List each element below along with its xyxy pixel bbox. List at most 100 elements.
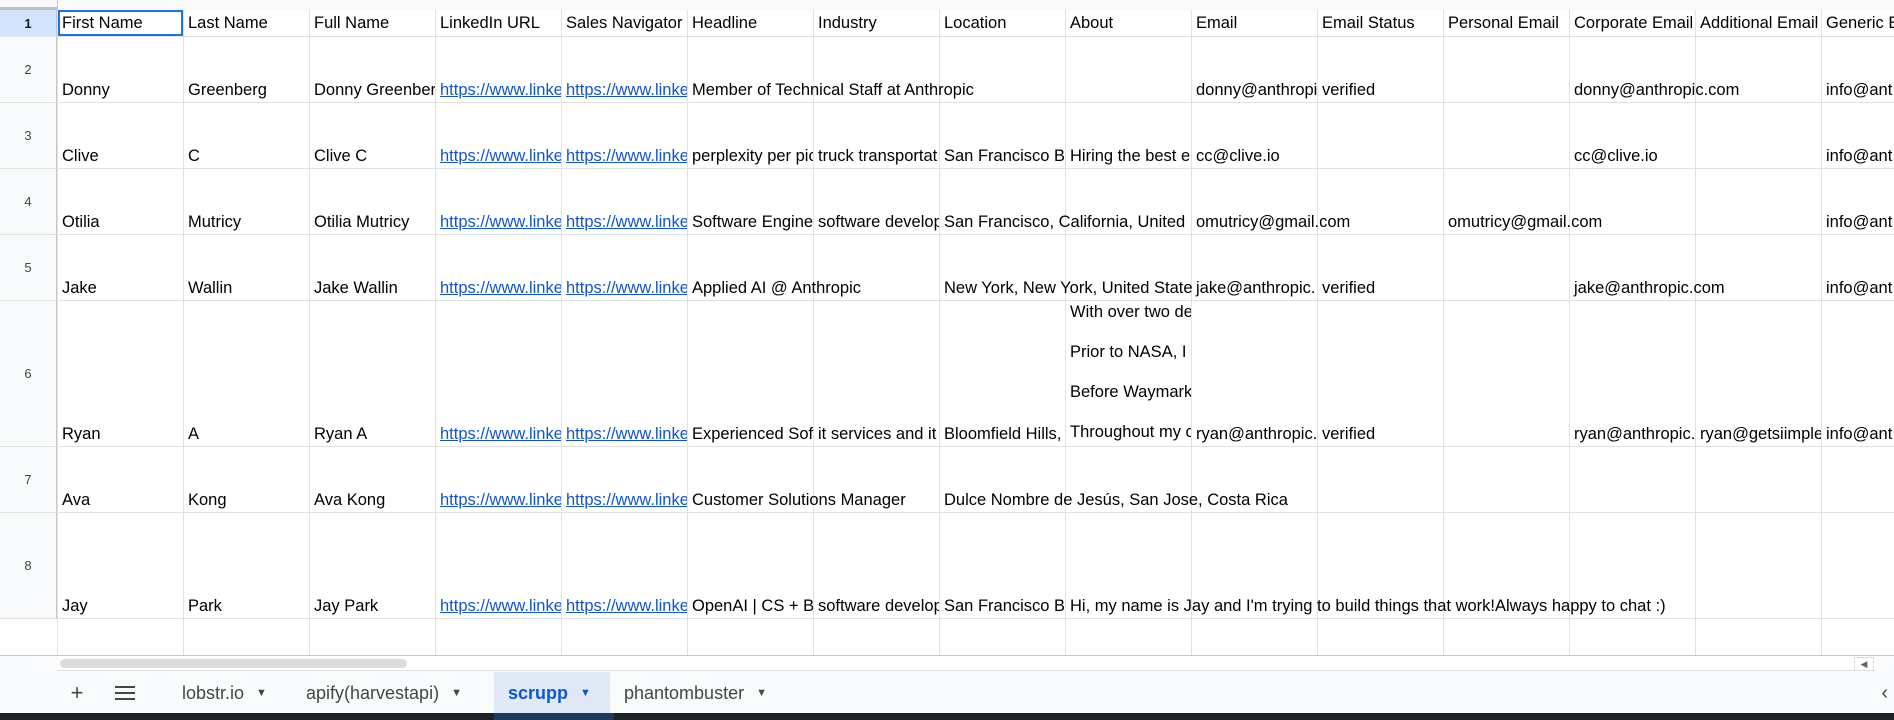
cell-personal-email[interactable]: omutricy@gmail.com bbox=[1444, 169, 1602, 234]
cell-headline[interactable]: Member of Technical Staff at Anthropic bbox=[688, 37, 974, 102]
cell-last[interactable]: Mutricy bbox=[184, 169, 309, 234]
cell-additional-email[interactable]: ryan@getsiimple bbox=[1696, 301, 1821, 446]
sheet-tab-phantombuster[interactable]: phantombuster ▼ bbox=[610, 672, 781, 714]
cell-personal-email[interactable] bbox=[1444, 235, 1569, 300]
row-header[interactable]: 1 bbox=[0, 10, 57, 37]
cell-corporate-email[interactable]: cc@clive.io bbox=[1570, 103, 1695, 168]
cell-first[interactable]: Clive bbox=[58, 103, 183, 168]
cell-about[interactable]: Hi, my name is Jay and I'm trying to bui… bbox=[1066, 513, 1666, 618]
row-header[interactable]: 7 bbox=[0, 447, 57, 513]
header-cell[interactable]: Headline bbox=[688, 10, 813, 36]
header-cell[interactable]: Personal Email bbox=[1444, 10, 1569, 36]
cell-linkedin[interactable]: https://www.linke bbox=[436, 103, 561, 168]
header-cell[interactable]: About bbox=[1066, 10, 1191, 36]
cell-email-status[interactable]: verified bbox=[1318, 235, 1443, 300]
cell-industry[interactable]: truck transportat bbox=[814, 103, 939, 168]
header-cell[interactable]: Email Status bbox=[1318, 10, 1443, 36]
row-header[interactable]: 3 bbox=[0, 103, 57, 169]
cell-salesnav[interactable]: https://www.linke bbox=[562, 447, 687, 512]
cell-personal-email[interactable] bbox=[1444, 301, 1569, 446]
plus-icon[interactable]: + bbox=[56, 672, 98, 714]
cell-location[interactable]: New York, New York, United State bbox=[940, 235, 1193, 300]
cell-generic[interactable]: info@ant bbox=[1822, 169, 1894, 234]
cell-email[interactable]: ryan@anthropic. bbox=[1192, 301, 1317, 446]
cell-about[interactable]: With over two de Prior to NASA, I Before W… bbox=[1066, 301, 1191, 446]
cell-salesnav[interactable]: https://www.linke bbox=[562, 103, 687, 168]
cell-industry[interactable]: it services and it bbox=[814, 301, 939, 446]
cell-additional-email[interactable] bbox=[1696, 169, 1821, 234]
cell-location[interactable]: San Francisco, California, United bbox=[940, 169, 1185, 234]
cell-email[interactable]: donny@anthropi bbox=[1192, 37, 1317, 102]
sheet-tab-apify[interactable]: apify(harvestapi) ▼ bbox=[292, 672, 476, 714]
cell-last[interactable]: Kong bbox=[184, 447, 309, 512]
cell-full[interactable]: Ava Kong bbox=[310, 447, 435, 512]
cell-first[interactable]: Ava bbox=[58, 447, 183, 512]
cell-first[interactable]: Jake bbox=[58, 235, 183, 300]
cell-last[interactable]: C bbox=[184, 103, 309, 168]
cell-location[interactable]: San Francisco B bbox=[940, 513, 1065, 618]
cell-email[interactable]: jake@anthropic. bbox=[1192, 235, 1317, 300]
cell-generic[interactable]: info@ant bbox=[1822, 37, 1894, 102]
cell-salesnav[interactable]: https://www.linke bbox=[562, 37, 687, 102]
cell-additional-email[interactable] bbox=[1696, 103, 1821, 168]
cell-personal-email[interactable] bbox=[1444, 447, 1569, 512]
select-all-corner[interactable] bbox=[0, 0, 58, 10]
cell-personal-email[interactable] bbox=[1444, 103, 1569, 168]
header-cell[interactable]: Last Name bbox=[184, 10, 309, 36]
chevron-down-icon[interactable]: ▼ bbox=[256, 687, 267, 699]
cell-full[interactable]: Ryan A bbox=[310, 301, 435, 446]
cell-location[interactable]: San Francisco B bbox=[940, 103, 1065, 168]
cell-generic[interactable] bbox=[1822, 513, 1894, 618]
cell-location[interactable]: Dulce Nombre de Jesús, San Jose, Costa R… bbox=[940, 447, 1288, 512]
cell-linkedin[interactable]: https://www.linke bbox=[436, 447, 561, 512]
chevron-down-icon[interactable]: ▼ bbox=[756, 687, 767, 699]
cell-last[interactable]: Wallin bbox=[184, 235, 309, 300]
cell-headline[interactable]: OpenAI | CS + B bbox=[688, 513, 813, 618]
cell-first[interactable]: Donny bbox=[58, 37, 183, 102]
cell-corporate-email[interactable]: jake@anthropic.com bbox=[1570, 235, 1725, 300]
header-cell[interactable]: Industry bbox=[814, 10, 939, 36]
header-cell[interactable]: Email bbox=[1192, 10, 1317, 36]
cell-full[interactable]: Otilia Mutricy bbox=[310, 169, 435, 234]
cell-generic[interactable] bbox=[1822, 447, 1894, 512]
header-cell[interactable]: Location bbox=[940, 10, 1065, 36]
header-cell[interactable]: Additional Email bbox=[1696, 10, 1821, 36]
scroll-left-arrow-icon[interactable]: ◀ bbox=[1854, 657, 1874, 671]
cell-headline[interactable]: Applied AI @ Anthropic bbox=[688, 235, 861, 300]
horizontal-scrollbar[interactable]: ◀ bbox=[57, 656, 1876, 671]
cell-first[interactable]: Ryan bbox=[58, 301, 183, 446]
cell-about[interactable] bbox=[1066, 37, 1191, 102]
cell-email-status[interactable] bbox=[1318, 103, 1443, 168]
cell-first[interactable]: Otilia bbox=[58, 169, 183, 234]
cell-last[interactable]: Greenberg bbox=[184, 37, 309, 102]
cell-generic[interactable]: info@ant bbox=[1822, 103, 1894, 168]
cell-full[interactable]: Donny Greenber bbox=[310, 37, 435, 102]
cell-headline[interactable]: perplexity per pic bbox=[688, 103, 813, 168]
row-header[interactable]: 8 bbox=[0, 513, 57, 619]
header-cell[interactable]: LinkedIn URL bbox=[436, 10, 561, 36]
cell-full[interactable]: Clive C bbox=[310, 103, 435, 168]
header-cell[interactable]: Corporate Email bbox=[1570, 10, 1695, 36]
sheet-tab-scrupp[interactable]: scrupp ▼ bbox=[494, 672, 610, 714]
cell-linkedin[interactable]: https://www.linke bbox=[436, 169, 561, 234]
cell-salesnav[interactable]: https://www.linke bbox=[562, 169, 687, 234]
cell-linkedin[interactable]: https://www.linke bbox=[436, 301, 561, 446]
row-header[interactable]: 2 bbox=[0, 37, 57, 103]
cell-linkedin[interactable]: https://www.linke bbox=[436, 513, 561, 618]
row-header[interactable]: 4 bbox=[0, 169, 57, 235]
sheet-tab-lobstr[interactable]: lobstr.io ▼ bbox=[168, 672, 281, 714]
cell-location[interactable]: Bloomfield Hills, bbox=[940, 301, 1065, 446]
cell-email[interactable]: omutricy@gmail.com bbox=[1192, 169, 1350, 234]
cell-email[interactable]: cc@clive.io bbox=[1192, 103, 1317, 168]
header-cell[interactable]: First Name bbox=[58, 10, 183, 36]
header-cell[interactable]: Full Name bbox=[310, 10, 435, 36]
cell-industry[interactable]: software develop bbox=[814, 169, 939, 234]
cell-about[interactable]: Hiring the best e bbox=[1066, 103, 1191, 168]
cell-headline[interactable]: Experienced Sof bbox=[688, 301, 813, 446]
cell-personal-email[interactable] bbox=[1444, 37, 1569, 102]
chevron-down-icon[interactable]: ▼ bbox=[580, 687, 591, 699]
row-header[interactable]: 5 bbox=[0, 235, 57, 301]
hamburger-menu-icon[interactable] bbox=[104, 672, 146, 714]
header-cell[interactable]: Generic E bbox=[1822, 10, 1894, 36]
scrollbar-thumb[interactable] bbox=[60, 659, 407, 668]
